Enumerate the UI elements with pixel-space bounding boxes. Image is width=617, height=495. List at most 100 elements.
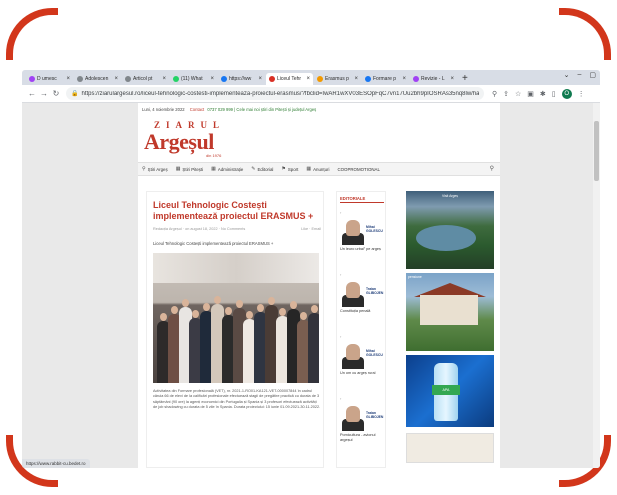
browser-tab[interactable]: Adolescen × [74, 73, 121, 85]
scrollbar-thumb[interactable] [594, 121, 599, 181]
tab-bar: D umesc × Adolescen × Articol pt × (11) What × h… [22, 70, 600, 85]
ad-banner-water[interactable]: APA [406, 355, 494, 427]
reload-icon[interactable]: ↻ [50, 89, 62, 98]
article-lead: Liceul Tehnologic Costești implementează… [153, 241, 274, 246]
article-card: Liceul Tehnologic Costești implementează… [146, 191, 324, 468]
editorial-author-tag: Mihai GOLESCU [366, 349, 383, 357]
sidepanel-icon[interactable]: ▯ [552, 90, 556, 98]
page-scrollbar[interactable] [593, 103, 600, 468]
browser-tab[interactable]: Revizie - L × [410, 73, 457, 85]
extension-icon[interactable]: ▣ [527, 90, 534, 98]
tab-close-icon[interactable]: × [114, 73, 118, 85]
tab-favicon-icon [269, 76, 275, 82]
site-menu: ⚲ Știri Argeș ▦ Știri Pitești ▦ Administrație… [138, 162, 500, 176]
logo-year: din 1976 [206, 153, 222, 158]
photo-person-head [160, 313, 167, 321]
date-line: Luni, 4 noiembrie 2022 [142, 107, 185, 112]
profile-avatar[interactable]: O [561, 88, 572, 99]
tab-close-icon[interactable]: × [66, 73, 70, 85]
editorial-caption: Pomicultura - avionul argeșul [340, 433, 376, 442]
photo-person-head [268, 297, 275, 305]
tab-label: Liceul Tehr [277, 76, 302, 82]
menu-item[interactable]: COOPROMOTIONAL [337, 167, 379, 172]
minimize-icon[interactable]: – [577, 71, 581, 79]
editorial-item[interactable]: › Traian GLIBOJEN Constituția penală [340, 272, 386, 314]
site-logo[interactable]: ZIARUL Argeșul din 1976 [144, 120, 234, 162]
browser-tab[interactable]: Formare p × [362, 73, 409, 85]
tab-close-icon[interactable]: × [402, 73, 406, 85]
logo-big-text: Argeșul [144, 129, 214, 154]
editorials-sidebar: EDITORIALE › Mihai GOLESCU Un leuro urbal”… [336, 191, 386, 468]
menu-item[interactable]: ✎ Editorial [251, 166, 273, 172]
browser-tab[interactable]: https://ww × [218, 73, 265, 85]
tab-close-icon[interactable]: × [450, 73, 454, 85]
menu-dots-icon[interactable]: ⋮ [578, 90, 585, 98]
menu-item-label: Editorial [257, 166, 274, 172]
editorial-item[interactable]: › Mihai GOLESCU Un leuro urbal” pe argeș [340, 210, 386, 252]
menu-item-icon: ▦ [211, 166, 216, 172]
tab-close-icon[interactable]: × [210, 73, 214, 85]
back-arrow-icon[interactable]: ← [26, 89, 38, 98]
browser-tab[interactable]: (11) What × [170, 73, 217, 85]
editorial-item[interactable]: › Mihai GOLESCU Un om cu argeș rural [340, 334, 386, 376]
article-title[interactable]: Liceul Tehnologic Costești implementează… [153, 200, 321, 222]
photo-person-head [235, 300, 243, 308]
ad1-title: Visit Argeș [442, 194, 458, 198]
author-face-shape [346, 344, 360, 360]
browser-tab[interactable]: Liceul Tehr × [266, 73, 313, 85]
forward-arrow-icon[interactable]: → [38, 89, 50, 98]
editorial-author-photo: Traian GLIBOJEN [340, 401, 384, 431]
tab-label: (11) What [181, 76, 203, 82]
menu-item[interactable]: ⚑ Sport [281, 166, 298, 172]
new-tab-button[interactable]: + [462, 73, 468, 85]
tab-search-icon[interactable]: ⌄ [564, 71, 570, 79]
menu-item-label: Anunțuri [313, 166, 330, 172]
ad-banner-lake[interactable]: Visit Argeș [406, 191, 494, 269]
browser-tab[interactable]: D umesc × [26, 73, 73, 85]
tab-close-icon[interactable]: × [306, 73, 310, 85]
author-face-shape [346, 406, 360, 422]
editorial-author-photo: Mihai GOLESCU [340, 215, 384, 245]
photo-person-head [289, 301, 297, 309]
ad-banner-house[interactable]: pensiune [406, 273, 494, 351]
menu-item-icon: ⚑ [281, 166, 286, 172]
menu-item-icon: ▦ [175, 166, 181, 172]
author-face-shape [346, 282, 360, 298]
screenshot-stage: D umesc × Adolescen × Articol pt × (11) What × h… [0, 0, 617, 495]
editorial-item[interactable]: › Traian GLIBOJEN Pomicultura - avionul ar… [340, 396, 386, 443]
ad2-tagline: pensiune [408, 275, 422, 279]
contact-link[interactable]: Contact [190, 107, 204, 112]
menu-item[interactable]: ▦ Anunțuri [306, 166, 329, 172]
ad-lake-shape [416, 225, 476, 251]
puzzle-icon[interactable]: ✱ [540, 90, 546, 98]
zoom-icon[interactable]: ⚲ [492, 90, 497, 98]
article-photo[interactable] [153, 253, 319, 383]
article-share[interactable]: Like · Email [301, 227, 321, 231]
tab-close-icon[interactable]: × [162, 73, 166, 85]
ad-banner-small[interactable] [406, 433, 494, 463]
editorial-caption: Un leuro urbal” pe argeș [340, 247, 381, 251]
tab-close-icon[interactable]: × [258, 73, 262, 85]
menu-item[interactable]: ▦ Administrație [211, 166, 243, 172]
tab-close-icon[interactable]: × [354, 73, 358, 85]
menu-item-icon: ✎ [251, 166, 256, 172]
maximize-icon[interactable]: ▢ [589, 71, 596, 79]
share-icon[interactable]: ⇪ [503, 90, 509, 98]
tab-label: https://ww [229, 76, 252, 82]
menu-item-icon: ▦ [306, 166, 312, 172]
menu-item[interactable]: ⚲ Știri Argeș [142, 166, 168, 172]
article-meta: Redacția Argeșul · on august 18, 2022 · … [153, 227, 321, 231]
tab-favicon-icon [77, 76, 83, 82]
browser-tab[interactable]: Articol pt × [122, 73, 169, 85]
address-bar[interactable]: 🔒 https://ziarulargesul.ro/liceul-tehnol… [66, 87, 484, 100]
browser-tab[interactable]: Erasmus p × [314, 73, 361, 85]
search-icon[interactable]: ⚲ [490, 165, 494, 172]
tab-favicon-icon [413, 76, 419, 82]
menu-item[interactable]: ▦ Știri Pitești [176, 166, 203, 172]
bookmark-star-icon[interactable]: ☆ [515, 90, 521, 98]
tab-label: Erasmus p [325, 76, 349, 82]
tab-favicon-icon [221, 76, 227, 82]
tab-label: Articol pt [133, 76, 153, 82]
photo-person-head [214, 296, 221, 304]
top-info-line: Luni, 4 noiembrie 2022 Contact 0737 029 … [142, 107, 316, 112]
